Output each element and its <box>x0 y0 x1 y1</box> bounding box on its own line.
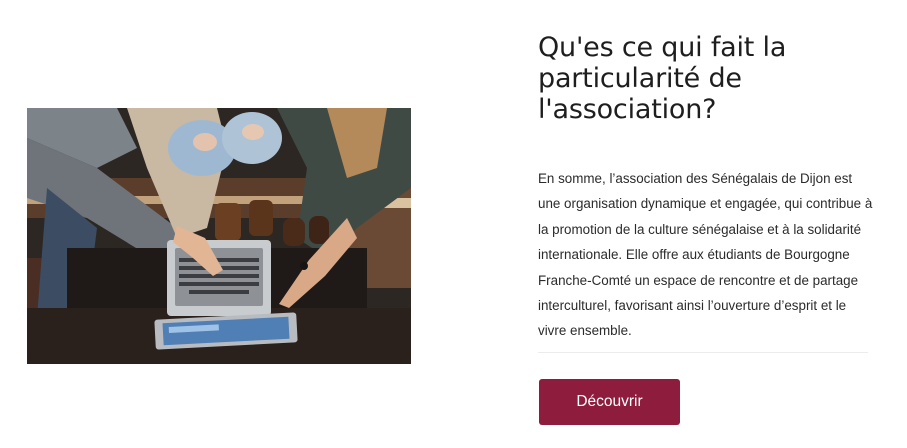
discover-button[interactable]: Découvrir <box>539 379 680 425</box>
section-description: En somme, l’association des Sénégalais d… <box>538 171 873 339</box>
photo-illustration <box>27 108 411 364</box>
students-laptop-photo <box>27 108 411 364</box>
association-section: Qu'es ce qui fait la particularité de l'… <box>0 0 907 448</box>
section-heading: Qu'es ce qui fait la particularité de l'… <box>538 32 787 125</box>
divider <box>538 352 868 353</box>
